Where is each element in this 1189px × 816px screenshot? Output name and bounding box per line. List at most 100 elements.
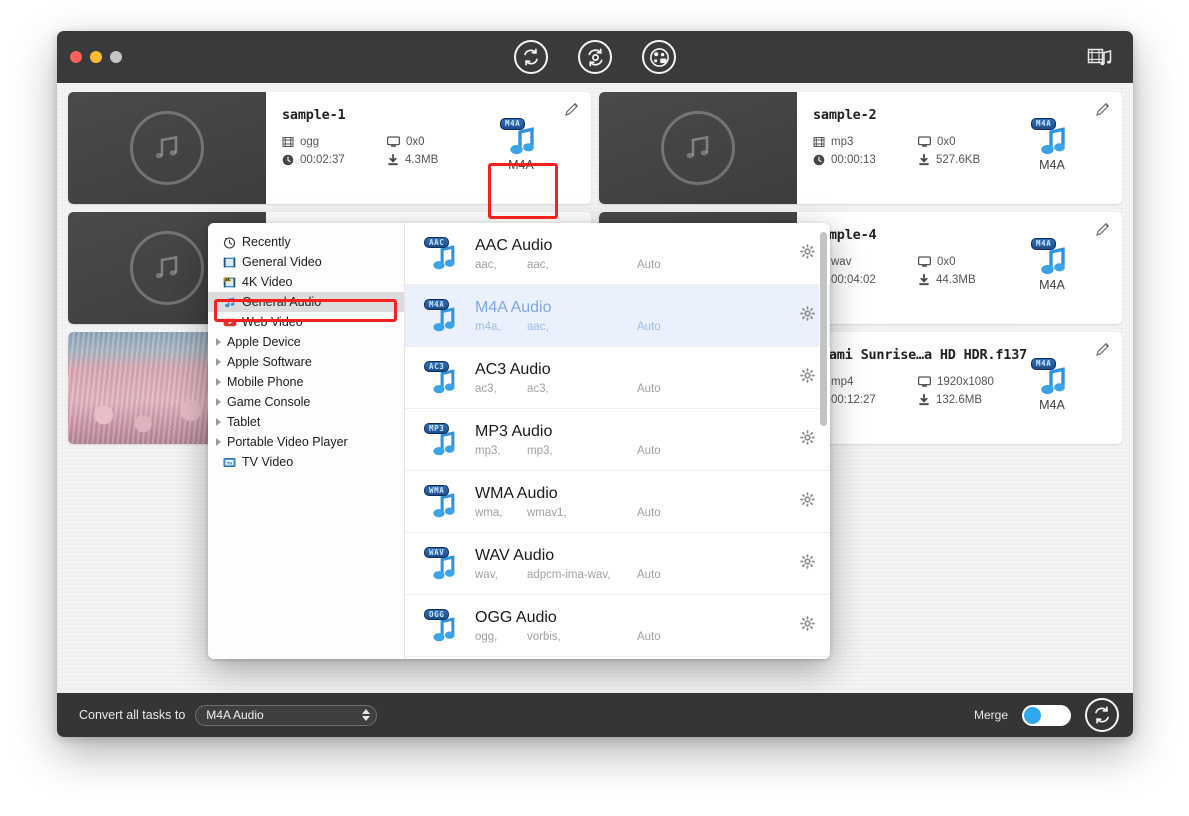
- format-badge: AC3: [424, 360, 450, 372]
- settings-gear-icon[interactable]: [794, 615, 820, 636]
- file-info: Miami Sunrise…a HD HDR.f137 mp4 1920x108…: [797, 332, 1122, 444]
- bottom-toolbar-right: Merge: [974, 698, 1119, 732]
- format-quality: Auto: [637, 320, 661, 333]
- format-sub: ogg, vorbis, Auto: [475, 631, 794, 643]
- sidebar-item-mobile-phone[interactable]: Mobile Phone: [208, 372, 404, 392]
- disclosure-triangle-icon[interactable]: [216, 438, 221, 446]
- format-name: WMA Audio: [475, 484, 558, 502]
- sidebar-item-tablet[interactable]: Tablet: [208, 412, 404, 432]
- sidebar-item-label: Web Video: [242, 315, 303, 329]
- toolbar-tabs: [57, 31, 1133, 83]
- sidebar-item-label: Portable Video Player: [227, 435, 348, 449]
- merge-toggle[interactable]: [1022, 704, 1071, 726]
- meta-duration: 00:00:13: [813, 154, 918, 166]
- list-item[interactable]: M4A M4A Audio m4a, aac, Auto: [405, 285, 830, 347]
- audio-note-icon: [222, 295, 237, 310]
- media-library-icon[interactable]: [1087, 31, 1113, 83]
- meta-duration: 00:02:37: [282, 154, 387, 166]
- sidebar-item-game-console[interactable]: Game Console: [208, 392, 404, 412]
- screenshot-root: sample-1 ogg 0x0 00:02:37 4.3MB M4A M4A …: [0, 0, 1189, 816]
- edit-pencil-icon[interactable]: [1094, 221, 1111, 243]
- target-format[interactable]: M4A M4A: [485, 118, 557, 172]
- disclosure-triangle-icon[interactable]: [216, 398, 221, 406]
- target-format[interactable]: M4A M4A: [1016, 358, 1088, 412]
- format-sub: aac, aac, Auto: [475, 259, 794, 271]
- edit-pencil-icon[interactable]: [1094, 101, 1111, 123]
- list-item[interactable]: MP3 MP3 Audio mp3, mp3, Auto: [405, 409, 830, 471]
- settings-gear-icon[interactable]: [794, 367, 820, 388]
- chevron-stepper-icon[interactable]: [362, 709, 371, 721]
- settings-gear-icon[interactable]: [794, 243, 820, 264]
- format-list-scrollbar[interactable]: [819, 229, 828, 649]
- list-item[interactable]: AAC AAC Audio aac, aac, Auto: [405, 223, 830, 285]
- m4a-format-icon: M4A: [1029, 358, 1075, 396]
- format-icon: M4A: [419, 298, 467, 333]
- list-item[interactable]: WMA WMA Audio wma, wmav1, Auto: [405, 471, 830, 533]
- format-container: ac3,: [475, 382, 497, 395]
- target-format[interactable]: M4A M4A: [1016, 238, 1088, 292]
- format-category-sidebar: Recently General Video 4K 4K Video Gener…: [208, 223, 405, 659]
- settings-gear-icon[interactable]: [794, 491, 820, 512]
- format-list[interactable]: AAC AAC Audio aac, aac, Auto M4A M4A Aud…: [405, 223, 830, 659]
- format-name: MP3 Audio: [475, 422, 553, 440]
- convert-all-select[interactable]: M4A Audio: [195, 704, 378, 726]
- m4a-format-icon: M4A: [1029, 118, 1075, 156]
- format-name: OGG Audio: [475, 608, 557, 626]
- format-text: OGG Audio ogg, vorbis, Auto: [467, 609, 794, 643]
- format-text: AAC Audio aac, aac, Auto: [467, 237, 794, 271]
- format-badge: MP3: [424, 422, 450, 434]
- disclosure-triangle-icon[interactable]: [216, 418, 221, 426]
- format-text: M4A Audio m4a, aac, Auto: [467, 299, 794, 333]
- format-container: ogg,: [475, 630, 498, 643]
- file-info: sample-1 ogg 0x0 00:02:37 4.3MB M4A M4A: [266, 92, 591, 204]
- sidebar-item-label: General Audio: [242, 295, 322, 309]
- sidebar-item-portable-video-player[interactable]: Portable Video Player: [208, 432, 404, 452]
- format-name: M4A Audio: [475, 298, 552, 316]
- ripper-icon[interactable]: [578, 40, 612, 74]
- sidebar-item-apple-device[interactable]: Apple Device: [208, 332, 404, 352]
- scrollbar-thumb[interactable]: [819, 231, 828, 427]
- settings-gear-icon[interactable]: [794, 553, 820, 574]
- convert-run-button[interactable]: [1085, 698, 1119, 732]
- sidebar-item-4k-video[interactable]: 4K 4K Video: [208, 272, 404, 292]
- video-icon: [222, 255, 237, 270]
- disclosure-triangle-icon[interactable]: [216, 358, 221, 366]
- disclosure-triangle-icon[interactable]: [216, 338, 221, 346]
- format-quality: Auto: [637, 382, 661, 395]
- format-quality: Auto: [637, 630, 661, 643]
- target-format-label: M4A: [1039, 278, 1065, 292]
- format-text: AC3 Audio ac3, ac3, Auto: [467, 361, 794, 395]
- sidebar-item-apple-software[interactable]: Apple Software: [208, 352, 404, 372]
- m4a-format-icon: M4A: [1029, 238, 1075, 276]
- format-container: wma,: [475, 506, 503, 519]
- svg-text:TV: TV: [227, 461, 232, 465]
- file-info: sample-2 mp3 0x0 00:00:13 527.6KB M4A M4…: [797, 92, 1122, 204]
- thumbnail: [68, 92, 266, 204]
- list-item[interactable]: OGG OGG Audio ogg, vorbis, Auto: [405, 595, 830, 657]
- list-item[interactable]: WAV WAV Audio wav, adpcm-ima-wav, Auto: [405, 533, 830, 595]
- 4k-video-icon: 4K: [222, 275, 237, 290]
- format-codec: mp3,: [527, 444, 553, 457]
- settings-gear-icon[interactable]: [794, 429, 820, 450]
- format-badge: M4A: [424, 298, 450, 310]
- format-sub: wav, adpcm-ima-wav, Auto: [475, 569, 794, 581]
- edit-pencil-icon[interactable]: [563, 101, 580, 123]
- svg-text:4K: 4K: [224, 276, 231, 281]
- format-badge: WAV: [424, 546, 450, 558]
- format-quality: Auto: [637, 506, 661, 519]
- target-format[interactable]: M4A M4A: [1016, 118, 1088, 172]
- list-item[interactable]: AC3 AC3 Audio ac3, ac3, Auto: [405, 347, 830, 409]
- converter-icon[interactable]: [514, 40, 548, 74]
- sidebar-item-general-audio[interactable]: General Audio: [208, 292, 404, 312]
- settings-gear-icon[interactable]: [794, 305, 820, 326]
- format-container: m4a,: [475, 320, 501, 333]
- table-row[interactable]: sample-1 ogg 0x0 00:02:37 4.3MB M4A M4A: [68, 92, 591, 204]
- toolbox-icon[interactable]: [642, 40, 676, 74]
- sidebar-item-general-video[interactable]: General Video: [208, 252, 404, 272]
- sidebar-item-recently[interactable]: Recently: [208, 232, 404, 252]
- sidebar-item-tv-video[interactable]: TV TV Video: [208, 452, 404, 472]
- sidebar-item-web-video[interactable]: Web Video: [208, 312, 404, 332]
- disclosure-triangle-icon[interactable]: [216, 378, 221, 386]
- table-row[interactable]: sample-2 mp3 0x0 00:00:13 527.6KB M4A M4…: [599, 92, 1122, 204]
- edit-pencil-icon[interactable]: [1094, 341, 1111, 363]
